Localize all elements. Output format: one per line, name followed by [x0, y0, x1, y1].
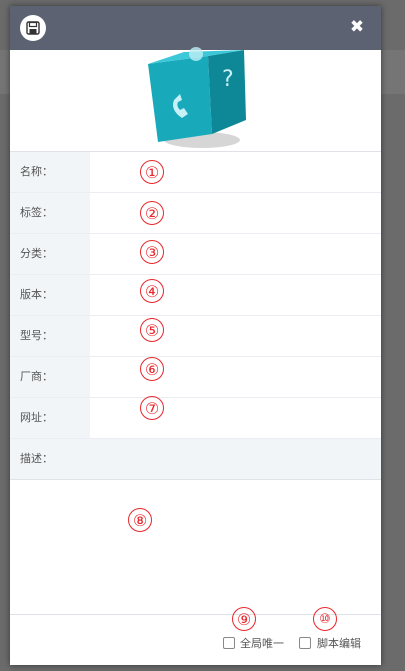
category-label: 分类：: [10, 234, 90, 274]
global-unique-checkbox[interactable]: [223, 637, 235, 649]
description-textarea[interactable]: ⑧: [10, 480, 381, 615]
dialog-footer: ⑨ 全局唯一 ⑩ 脚本编辑: [10, 607, 381, 665]
form-row-version: 版本： ④: [10, 275, 381, 316]
form-row-name: 名称： ①: [10, 152, 381, 193]
save-icon[interactable]: [20, 15, 46, 41]
form-row-tags: 标签： ②: [10, 193, 381, 234]
header-illustration: ?: [10, 47, 381, 152]
name-label: 名称：: [10, 152, 90, 192]
form-row-vendor: 厂商： ⑥: [10, 357, 381, 398]
dialog-titlebar: ✖: [10, 6, 381, 50]
url-label: 网址：: [10, 398, 90, 438]
svg-text:?: ?: [222, 67, 234, 92]
description-label: 描述：: [20, 452, 53, 465]
vendor-label: 厂商：: [10, 357, 90, 397]
category-field[interactable]: [90, 234, 381, 274]
annotation-marker: ⑦: [140, 396, 164, 420]
device-cube-icon: ?: [148, 47, 246, 148]
version-field[interactable]: [90, 275, 381, 315]
annotation-marker: ⑤: [140, 318, 164, 342]
script-edit-checkbox[interactable]: [299, 637, 311, 649]
version-label: 版本：: [10, 275, 90, 315]
annotation-marker: ③: [140, 240, 164, 264]
form-row-url: 网址： ⑦: [10, 396, 381, 439]
annotation-marker: ⑥: [140, 357, 164, 381]
close-button[interactable]: ✖: [347, 16, 367, 38]
tags-label: 标签：: [10, 193, 90, 233]
vendor-field[interactable]: [90, 357, 381, 397]
form-row-category: 分类： ③: [10, 234, 381, 275]
model-field[interactable]: [90, 316, 381, 356]
tags-field[interactable]: [90, 193, 381, 233]
name-field[interactable]: [90, 152, 381, 192]
annotation-marker: ⑩: [313, 607, 337, 631]
annotation-marker: ⑧: [128, 508, 152, 532]
model-label: 型号：: [10, 316, 90, 356]
annotation-marker: ①: [140, 160, 164, 184]
annotation-marker: ⑨: [232, 607, 256, 631]
form-row-model: 型号： ⑤: [10, 316, 381, 357]
global-unique-label[interactable]: 全局唯一: [240, 635, 284, 651]
annotation-marker: ②: [140, 201, 164, 225]
device-properties-dialog: ✖ ? 名称： ① 标签： ② 分类： ③ 版本： ④ 型号： ⑤ 厂商： ⑥ …: [10, 6, 381, 665]
script-edit-label[interactable]: 脚本编辑: [317, 635, 361, 651]
annotation-marker: ④: [140, 279, 164, 303]
description-header: 描述：: [10, 439, 381, 480]
url-field[interactable]: [90, 398, 381, 438]
